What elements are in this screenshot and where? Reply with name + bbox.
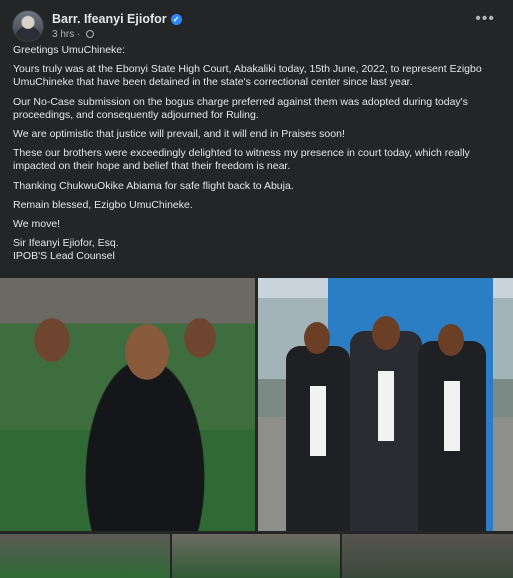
person-right <box>418 341 486 531</box>
person-left <box>286 346 350 531</box>
photo-grid <box>0 276 513 578</box>
avatar[interactable] <box>12 10 44 42</box>
signature-line: IPOB'S Lead Counsel <box>13 250 115 263</box>
photo-thumbnail[interactable] <box>0 534 170 578</box>
photo-three-lawyers[interactable] <box>258 278 513 531</box>
person-center <box>350 331 422 531</box>
post-paragraph: These our brothers were exceedingly deli… <box>13 147 470 173</box>
post-header: Barr. Ifeanyi Ejiofor ✓ 3 hrs · ••• <box>12 8 501 44</box>
post-paragraph: Greetings UmuChineke: <box>13 44 126 56</box>
globe-icon <box>86 30 95 38</box>
post-meta: 3 hrs · <box>52 29 95 40</box>
post-paragraph: Yours truly was at the Ebonyi State High… <box>13 63 482 89</box>
post-paragraph: We are optimistic that justice will prev… <box>13 128 345 141</box>
post-paragraph: We move! <box>13 218 61 231</box>
person-left-head <box>304 322 330 354</box>
person-center-head <box>372 316 400 350</box>
meta-separator: · <box>77 29 81 40</box>
more-options-button[interactable]: ••• <box>475 11 495 27</box>
verified-badge-icon: ✓ <box>170 14 182 25</box>
signature-line: Sir Ifeanyi Ejiofor, Esq. <box>13 237 119 250</box>
post-paragraph: Remain blessed, Ezigbo UmuChineke. <box>13 198 193 211</box>
post-time[interactable]: 3 hrs <box>52 29 74 40</box>
photo-thumbnail[interactable] <box>342 534 513 578</box>
post-paragraph: Thanking ChukwuOkike Abiama for safe fli… <box>13 179 294 192</box>
photo-thumbnail[interactable] <box>172 534 340 578</box>
post-text: Greetings UmuChineke: Yours truly was at… <box>13 44 501 264</box>
photo-court-group[interactable] <box>0 278 255 531</box>
author-name[interactable]: Barr. Ifeanyi Ejiofor ✓ <box>52 12 182 26</box>
post-paragraph: Our No-Case submission on the bogus char… <box>13 95 468 121</box>
person-right-head <box>438 324 464 356</box>
